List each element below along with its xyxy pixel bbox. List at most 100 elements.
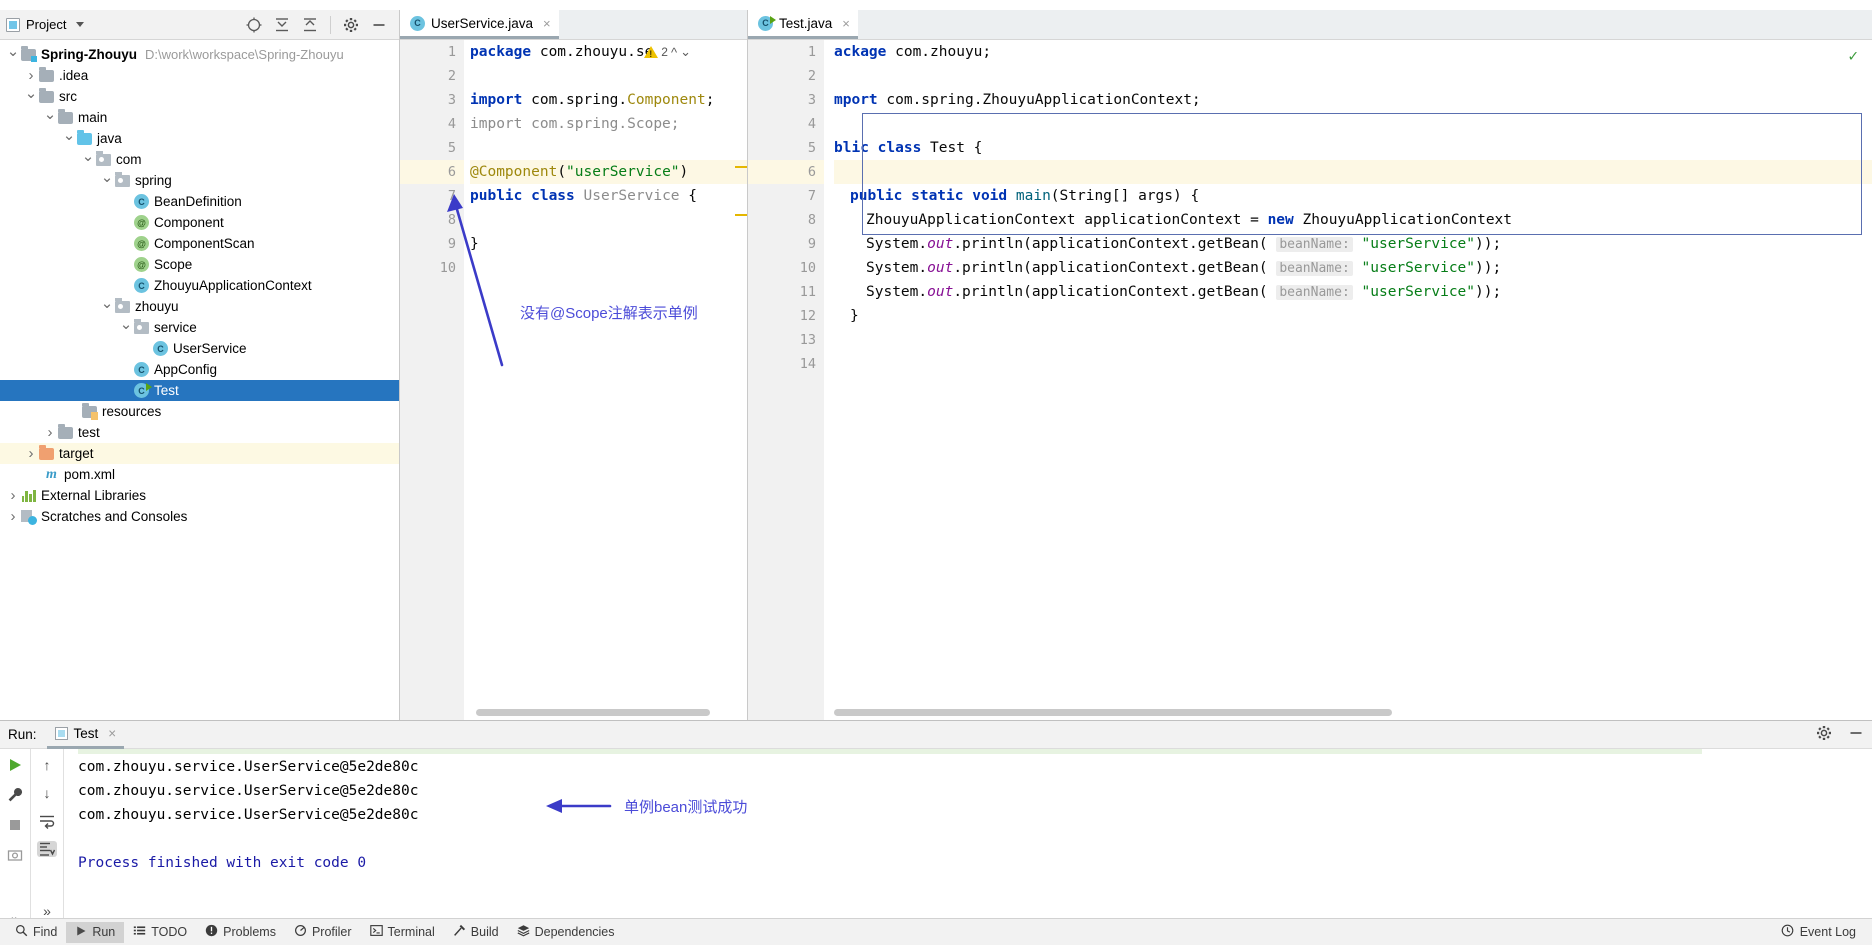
statusbar-item-find[interactable]: Find — [6, 922, 66, 943]
tree-node-zhouyu[interactable]: zhouyu — [0, 296, 399, 317]
tree-node-src[interactable]: src — [0, 86, 399, 107]
tree-node-scope[interactable]: @ Scope — [0, 254, 399, 275]
statusbar-label: Run — [92, 925, 116, 939]
hammer-icon — [453, 924, 466, 940]
chevron-down-icon[interactable] — [62, 131, 76, 146]
line-number: 14 — [799, 356, 816, 372]
horizontal-scrollbar-left[interactable] — [476, 709, 710, 716]
camera-icon[interactable] — [5, 847, 25, 863]
tree-node-main[interactable]: main — [0, 107, 399, 128]
tree-node-service[interactable]: service — [0, 317, 399, 338]
up-arrow-icon[interactable]: ↑ — [37, 757, 57, 773]
gear-icon[interactable] — [1816, 725, 1832, 744]
project-tree[interactable]: Spring-Zhouyu D:\work\workspace\Spring-Z… — [0, 40, 399, 720]
tree-node-userservice[interactable]: C UserService — [0, 338, 399, 359]
chevron-right-icon[interactable] — [24, 68, 38, 83]
inspection-warning-widget[interactable]: 2 ^ ⌄ — [644, 44, 691, 60]
tree-node-pom-xml[interactable]: m pom.xml — [0, 464, 399, 485]
locate-icon[interactable] — [246, 17, 262, 33]
gear-icon[interactable] — [343, 17, 359, 33]
statusbar-item-terminal[interactable]: Terminal — [361, 922, 444, 943]
project-title-button[interactable]: Project — [6, 17, 85, 32]
tree-node-beandefinition[interactable]: C BeanDefinition — [0, 191, 399, 212]
inspection-ok-checkmark[interactable]: ✓ — [1848, 46, 1858, 65]
statusbar-event-log[interactable]: Event Log — [1781, 924, 1866, 940]
tab-userservice-java[interactable]: C UserService.java × — [400, 10, 559, 39]
statusbar-label: Terminal — [387, 925, 435, 939]
expand-more-icon[interactable]: » — [37, 903, 57, 919]
chevron-down-icon[interactable] — [100, 299, 114, 314]
scroll-to-end-icon[interactable] — [37, 841, 57, 857]
project-sidebar: Project ⌄ Spring-Zhouyu D:\work\workspac… — [0, 10, 400, 720]
chevron-right-icon[interactable] — [6, 509, 20, 524]
chevron-down-icon[interactable] — [6, 47, 20, 62]
line-number: 10 — [439, 260, 456, 276]
tree-node-appconfig[interactable]: C AppConfig — [0, 359, 399, 380]
line-number-gutter-left[interactable]: 1 2 3 4 5 6 7 8 9 10 — [400, 40, 464, 720]
tree-node-java[interactable]: java — [0, 128, 399, 149]
java-runnable-class-icon: C — [133, 383, 152, 398]
close-icon[interactable]: × — [543, 16, 551, 31]
chevron-right-icon[interactable] — [24, 446, 38, 461]
chevron-down-icon[interactable] — [24, 89, 38, 104]
editor-body-left[interactable]: 1 2 3 4 5 6 7 8 9 10 package com.zhouyu.… — [400, 40, 747, 720]
code-text-right[interactable]: ackage com.zhouyu; mport com.spring.Zhou… — [824, 40, 1872, 720]
expand-all-icon[interactable] — [302, 17, 318, 33]
statusbar-item-profiler[interactable]: Profiler — [285, 922, 361, 943]
line-number: 13 — [799, 332, 816, 348]
close-icon[interactable]: × — [108, 726, 116, 741]
run-tab-test[interactable]: Test × — [46, 721, 125, 749]
tree-node-idea[interactable]: .idea — [0, 65, 399, 86]
tree-node-test-folder[interactable]: test — [0, 422, 399, 443]
tree-node-test[interactable]: C Test — [0, 380, 399, 401]
console-line: com.zhouyu.service.UserService@5e2de80c — [78, 759, 419, 775]
wrench-icon[interactable] — [5, 787, 25, 803]
chevron-down-icon[interactable] — [76, 22, 85, 27]
package-icon — [133, 318, 150, 334]
chevron-up-icon[interactable]: ^ — [671, 45, 677, 60]
code-line-5: blic class Test { — [834, 140, 983, 156]
statusbar-item-build[interactable]: Build — [444, 922, 508, 943]
statusbar-item-problems[interactable]: Problems — [196, 922, 285, 943]
console-output[interactable]: com.zhouyu.service.UserService@5e2de80c … — [64, 749, 1872, 918]
chevron-right-icon[interactable] — [43, 425, 57, 440]
chevron-down-icon[interactable] — [81, 152, 95, 167]
tab-test-java[interactable]: C Test.java × — [748, 10, 858, 39]
rerun-play-icon[interactable] — [5, 757, 25, 773]
tree-node-label: Spring-Zhouyu — [41, 47, 137, 62]
minimize-icon[interactable] — [371, 17, 387, 33]
tree-node-spring[interactable]: spring — [0, 170, 399, 191]
horizontal-scrollbar-right[interactable] — [834, 709, 1392, 716]
tree-node-resources[interactable]: resources — [0, 401, 399, 422]
close-icon[interactable]: × — [842, 16, 850, 31]
line-number-gutter-right[interactable]: 1 2 3 4 5 6 7 8 9 10 11 12 13 14 — [748, 40, 824, 720]
folder-icon — [38, 66, 55, 82]
editor-body-right[interactable]: 1 2 3 4 5 6 7 8 9 10 11 12 13 14 ackage … — [748, 40, 1872, 720]
soft-wrap-icon[interactable] — [37, 813, 57, 829]
down-arrow-icon[interactable]: ↓ — [37, 785, 57, 801]
chevron-down-icon[interactable]: ⌄ — [680, 44, 691, 60]
minimize-icon[interactable] — [1848, 725, 1864, 744]
console-line-exit: Process finished with exit code 0 — [78, 855, 367, 871]
tree-node-zhouyuapplicationcontext[interactable]: C ZhouyuApplicationContext — [0, 275, 399, 296]
chevron-down-icon[interactable] — [43, 110, 57, 125]
tree-node-spring-zhouyu[interactable]: Spring-Zhouyu D:\work\workspace\Spring-Z… — [0, 44, 399, 65]
code-line-6: @Component("userService") — [470, 160, 747, 184]
statusbar-item-run[interactable]: Run — [66, 921, 125, 943]
tree-node-external-libraries[interactable]: External Libraries — [0, 485, 399, 506]
tree-node-scratches-and-consoles[interactable]: Scratches and Consoles — [0, 506, 399, 527]
code-line-3: mport com.spring.ZhouyuApplicationContex… — [834, 92, 1201, 108]
code-text-left[interactable]: package com.zhouyu.se import com.spring.… — [464, 40, 747, 720]
statusbar-item-todo[interactable]: TODO — [124, 922, 196, 943]
chevron-down-icon[interactable] — [119, 320, 133, 335]
chevron-right-icon[interactable] — [6, 488, 20, 503]
chevron-down-icon[interactable] — [100, 173, 114, 188]
tree-node-label: pom.xml — [64, 467, 116, 482]
tree-node-target[interactable]: target — [0, 443, 399, 464]
stop-icon[interactable] — [5, 817, 25, 833]
tree-node-componentscan[interactable]: @ ComponentScan — [0, 233, 399, 254]
statusbar-item-dependencies[interactable]: Dependencies — [508, 922, 624, 943]
tree-node-com[interactable]: com — [0, 149, 399, 170]
tree-node-component[interactable]: @ Component — [0, 212, 399, 233]
collapse-all-icon[interactable] — [274, 17, 290, 33]
